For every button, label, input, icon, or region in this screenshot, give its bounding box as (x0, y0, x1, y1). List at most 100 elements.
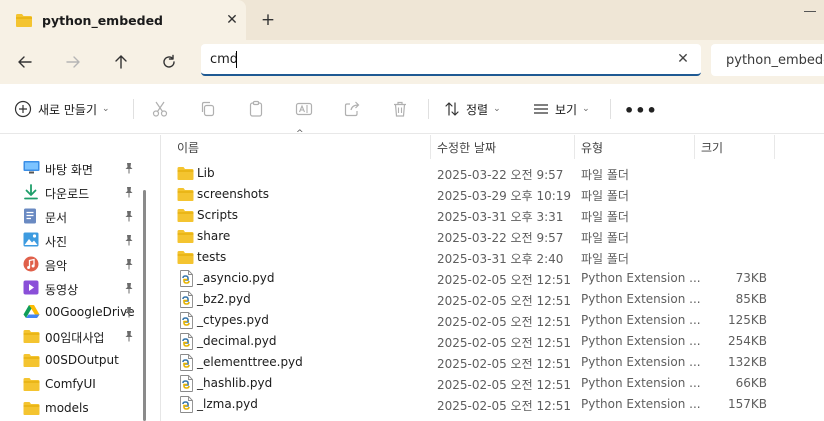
close-tab-icon[interactable]: ✕ (223, 10, 241, 30)
more-options-icon[interactable]: ••• (624, 101, 658, 120)
column-header-date[interactable]: 수정한 날짜 (431, 135, 575, 159)
pin-icon[interactable] (124, 210, 134, 222)
sidebar-item[interactable]: 바탕 화면 (0, 156, 140, 180)
python-file-icon (179, 291, 196, 308)
text-caret (236, 51, 237, 68)
search-box[interactable]: python_embeded (711, 44, 824, 76)
back-button[interactable] (13, 50, 37, 74)
sort-icon (445, 102, 459, 116)
file-size: 132KB (727, 355, 767, 369)
sidebar-item[interactable]: 사진 (0, 228, 140, 252)
address-bar[interactable]: cmd ✕ (201, 44, 701, 76)
tab-python-embeded[interactable]: python_embeded ✕ (0, 0, 246, 40)
file-date: 2025-03-29 오후 10:19 (437, 189, 572, 203)
sidebar-item[interactable]: ComfyUI (0, 372, 140, 396)
sidebar-item[interactable]: models (0, 396, 140, 420)
folder-row[interactable]: share 2025-03-22 오전 9:57 파일 폴더 (161, 226, 824, 247)
file-row[interactable]: _ctypes.pyd 2025-02-05 오전 12:51 Python Ext… (161, 310, 824, 331)
cut-button[interactable] (149, 98, 171, 120)
file-row[interactable]: _elementtree.pyd 2025-02-05 오전 12:51 Pytho… (161, 352, 824, 373)
pin-icon[interactable] (124, 258, 134, 270)
file-size: 73KB (735, 271, 767, 285)
file-date: 2025-02-05 오전 12:51 (437, 378, 572, 392)
paste-button[interactable] (245, 98, 267, 120)
video-icon (23, 280, 40, 296)
sidebar-item-label: 사진 (45, 235, 68, 249)
folder-row[interactable]: tests 2025-03-31 오후 2:40 파일 폴더 (161, 247, 824, 268)
sidebar-item-label: 00SDOutput (45, 353, 119, 367)
file-size: 157KB (727, 397, 767, 411)
sort-button[interactable]: 정렬 ⌄ (444, 98, 501, 120)
music-icon (23, 256, 40, 272)
folder-icon (177, 187, 194, 203)
sidebar-item[interactable]: 문서 (0, 204, 140, 228)
file-size: 66KB (735, 376, 767, 390)
rename-icon (295, 102, 313, 116)
pictures-icon (23, 232, 40, 248)
file-type: Python Extension ... (581, 334, 701, 348)
pin-icon[interactable] (124, 162, 134, 174)
file-name: _ctypes.pyd (197, 313, 269, 327)
file-type: Python Extension ... (581, 355, 701, 369)
share-button[interactable] (341, 98, 363, 120)
up-button[interactable] (109, 50, 133, 74)
file-date: 2025-03-31 오후 3:31 (437, 210, 564, 224)
arrow-right-icon (66, 56, 80, 68)
column-header-name[interactable]: 이름 ^ (161, 129, 431, 159)
column-header-size[interactable]: 크기 (695, 135, 775, 159)
tab-strip: python_embeded ✕ + (0, 0, 824, 40)
column-type-label: 유형 (581, 141, 604, 155)
sidebar-item[interactable]: 다운로드 (0, 180, 140, 204)
plus-circle-icon (14, 100, 32, 118)
desktop-icon (23, 160, 40, 176)
folder-row[interactable]: Lib 2025-03-22 오전 9:57 파일 폴더 (161, 163, 824, 184)
python-file-icon (179, 375, 196, 392)
sidebar-item[interactable]: 동영상 (0, 276, 140, 300)
file-type: Python Extension ... (581, 313, 701, 327)
file-date: 2025-03-22 오전 9:57 (437, 168, 564, 182)
document-icon (23, 208, 40, 224)
download-icon (23, 184, 40, 200)
pin-icon[interactable] (124, 330, 134, 342)
file-row[interactable]: _decimal.pyd 2025-02-05 오전 12:51 Python Ex… (161, 331, 824, 352)
sidebar-item[interactable]: 00임대사업 (0, 324, 140, 348)
pin-icon[interactable] (124, 282, 134, 294)
google-drive-icon (23, 304, 40, 320)
forward-button[interactable] (61, 50, 85, 74)
sidebar-item[interactable]: 00SDOutput (0, 348, 140, 372)
file-row[interactable]: _asyncio.pyd 2025-02-05 오전 12:51 Python Ex… (161, 268, 824, 289)
copy-button[interactable] (197, 98, 219, 120)
file-type: 파일 폴더 (581, 210, 629, 224)
scissors-icon (152, 101, 168, 117)
sidebar-scrollbar[interactable] (143, 190, 146, 421)
pin-icon[interactable] (124, 234, 134, 246)
folder-row[interactable]: Scripts 2025-03-31 오후 3:31 파일 폴더 (161, 205, 824, 226)
column-header-type[interactable]: 유형 (575, 135, 695, 159)
file-type: 파일 폴더 (581, 168, 629, 182)
delete-button[interactable] (389, 98, 411, 120)
pin-icon[interactable] (124, 186, 134, 198)
python-file-icon (180, 354, 193, 371)
new-tab-button[interactable]: + (258, 10, 278, 30)
sidebar-item[interactable]: 음악 (0, 252, 140, 276)
sidebar-item-label: 00GoogleDrive (45, 305, 135, 319)
file-name: _asyncio.pyd (197, 271, 275, 285)
clear-address-icon[interactable]: ✕ (674, 50, 692, 68)
refresh-button[interactable] (157, 50, 181, 74)
minimize-button[interactable] (800, 10, 824, 22)
folder-icon (177, 229, 194, 245)
rename-button[interactable] (293, 98, 315, 120)
file-row[interactable]: _bz2.pyd 2025-02-05 오전 12:51 Python Extens… (161, 289, 824, 310)
new-button[interactable]: 새로 만들기 ⌄ (14, 98, 110, 120)
pin-icon[interactable] (124, 306, 134, 318)
sidebar-item[interactable]: 00GoogleDrive (0, 300, 140, 324)
python-file-icon (179, 396, 196, 413)
file-row[interactable]: _hashlib.pyd 2025-02-05 오전 12:51 Python Ex… (161, 373, 824, 394)
file-date: 2025-02-05 오전 12:51 (437, 399, 572, 413)
address-input[interactable]: cmd (210, 52, 238, 67)
file-row[interactable]: _lzma.pyd 2025-02-05 오전 12:51 Python Exten… (161, 394, 824, 415)
sidebar-item-label: 음악 (45, 259, 68, 273)
view-button[interactable]: 보기 ⌄ (533, 98, 590, 120)
folder-row[interactable]: screenshots 2025-03-29 오후 10:19 파일 폴더 (161, 184, 824, 205)
file-name: _elementtree.pyd (197, 355, 303, 369)
